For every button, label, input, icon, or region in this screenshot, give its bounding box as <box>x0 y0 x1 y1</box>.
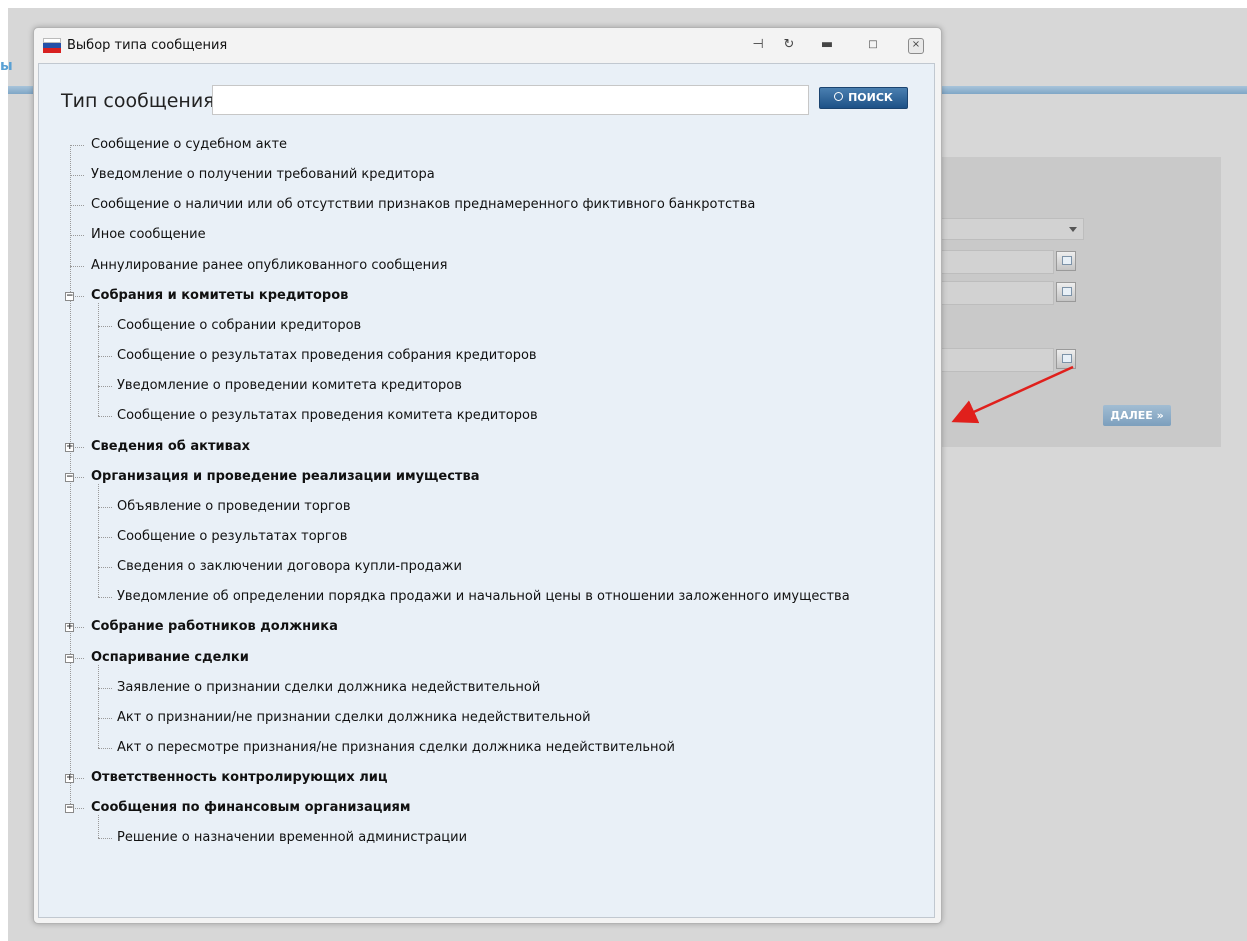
tree-group-node[interactable]: Собрания и комитеты кредиторов <box>91 281 348 311</box>
tree-connector-line <box>70 265 84 267</box>
tree-leaf-node[interactable]: Сообщение о собрании кредиторов <box>117 311 361 341</box>
collapse-icon[interactable]: − <box>65 291 74 301</box>
tree-connector-line <box>98 748 112 749</box>
tree-connector-line <box>70 205 84 207</box>
tree-leaf-node[interactable]: Сообщение о наличии или об отсутствии пр… <box>91 190 755 220</box>
tree-leaf-node[interactable]: Акт о признании/не признании сделки долж… <box>117 703 591 733</box>
tree-connector-line <box>98 567 112 569</box>
expand-icon[interactable]: + <box>65 623 74 633</box>
message-type-tree: Сообщение о судебном акте Уведомление о п… <box>0 0 1247 941</box>
tree-group-node[interactable]: Организация и проведение реализации имущ… <box>91 462 479 492</box>
tree-connector-line <box>98 717 112 719</box>
tree-leaf-node[interactable]: Заявление о признании сделки должника не… <box>117 673 540 703</box>
tree-connector-line <box>98 506 112 508</box>
tree-leaf-node[interactable]: Уведомление о проведении комитета кредит… <box>117 371 462 401</box>
tree-leaf-node[interactable]: Иное сообщение <box>91 220 206 250</box>
expand-icon[interactable]: + <box>65 774 74 784</box>
tree-leaf-node[interactable]: Сообщение о результатах торгов <box>117 522 347 552</box>
expand-icon[interactable]: + <box>65 442 74 452</box>
tree-leaf-node[interactable]: Сведения о заключении договора купли-про… <box>117 552 462 582</box>
collapse-icon[interactable]: − <box>65 804 74 814</box>
tree-connector-line <box>70 145 84 146</box>
tree-connector-line <box>98 302 99 417</box>
tree-leaf-node[interactable]: Уведомление об определении порядка прода… <box>117 582 850 612</box>
tree-connector-line <box>98 416 112 418</box>
tree-connector-line <box>70 235 84 237</box>
tree-leaf-node[interactable]: Сообщение о судебном акте <box>91 130 287 160</box>
tree-connector-line <box>70 175 84 177</box>
tree-connector-line <box>98 483 99 598</box>
collapse-icon[interactable]: − <box>65 472 74 482</box>
tree-connector-line <box>98 386 112 388</box>
tree-leaf-node[interactable]: Сообщение о результатах проведения собра… <box>117 341 537 371</box>
tree-group-node[interactable]: Собрание работников должника <box>91 612 338 642</box>
tree-leaf-node[interactable]: Акт о пересмотре признания/не признания … <box>117 733 675 763</box>
tree-connector-line <box>98 356 112 358</box>
tree-connector-line <box>98 597 112 599</box>
tree-group-node[interactable]: Сведения об активах <box>91 432 250 462</box>
tree-group-node[interactable]: Оспаривание сделки <box>91 643 249 673</box>
tree-leaf-node[interactable]: Решение о назначении временной администр… <box>117 823 467 853</box>
tree-group-node[interactable]: Сообщения по финансовым организациям <box>91 793 411 823</box>
tree-leaf-node[interactable]: Аннулирование ранее опубликованного сооб… <box>91 251 447 281</box>
tree-leaf-node[interactable]: Уведомление о получении требований креди… <box>91 160 435 190</box>
tree-leaf-node[interactable]: Объявление о проведении торгов <box>117 492 351 522</box>
tree-connector-line <box>98 536 112 538</box>
tree-connector-line <box>98 664 99 748</box>
tree-connector-line <box>98 687 112 689</box>
tree-leaf-node[interactable]: Сообщение о результатах проведения комит… <box>117 401 538 431</box>
collapse-icon[interactable]: − <box>65 653 74 663</box>
tree-connector-line <box>98 325 112 327</box>
tree-connector-line <box>98 838 112 840</box>
tree-group-node[interactable]: Ответственность контролирующих лиц <box>91 763 388 793</box>
